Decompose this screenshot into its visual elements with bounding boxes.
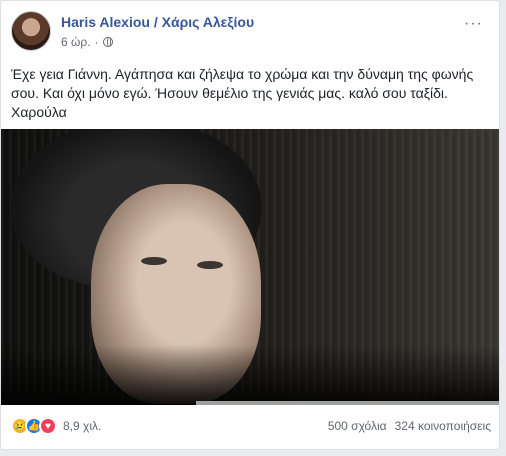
post-meta: 6 ώρ. · — [61, 35, 113, 49]
photo-eye-left — [141, 257, 167, 265]
author-avatar[interactable] — [11, 11, 51, 51]
engagement-counts: 500 σχόλια 324 κοινοποιήσεις — [328, 419, 491, 433]
post-header: Haris Alexiou / Χάρις Αλεξίου 6 ώρ. · ··… — [11, 11, 491, 53]
post-text-line: Έχε γεια Γιάννη. Αγάπησα και ζήλεψα το χ… — [11, 66, 474, 82]
reactions[interactable]: 😢 👍 ♥ — [11, 417, 57, 435]
photo-eye-right — [197, 261, 223, 269]
love-reaction-icon: ♥ — [39, 417, 57, 435]
photo-shadow — [1, 345, 499, 405]
comments-count[interactable]: 500 σχόλια — [328, 419, 387, 433]
post-timestamp[interactable]: 6 ώρ. — [61, 35, 91, 49]
globe-icon[interactable] — [102, 37, 113, 47]
post-text-line: σου. Και όχι μόνο εγώ. Ήσουν θεμέλιο της… — [11, 85, 448, 101]
author-name[interactable]: Haris Alexiou / Χάρις Αλεξίου — [61, 14, 254, 30]
photo-strip — [196, 401, 499, 405]
post-text: Έχε γεια Γιάννη. Αγάπησα και ζήλεψα το χ… — [11, 65, 491, 122]
separator-dot: · — [94, 35, 99, 49]
post-text-line: Χαρούλα — [11, 104, 67, 120]
shares-count[interactable]: 324 κοινοποιήσεις — [395, 419, 491, 433]
reaction-count[interactable]: 8,9 χιλ. — [63, 419, 101, 433]
post-photo[interactable] — [1, 129, 499, 405]
post-footer: 😢 👍 ♥ 8,9 χιλ. 500 σχόλια 324 κοινοποιήσ… — [11, 414, 491, 438]
more-options-icon[interactable]: ··· — [464, 15, 483, 33]
facebook-post: Haris Alexiou / Χάρις Αλεξίου 6 ώρ. · ··… — [0, 0, 500, 450]
